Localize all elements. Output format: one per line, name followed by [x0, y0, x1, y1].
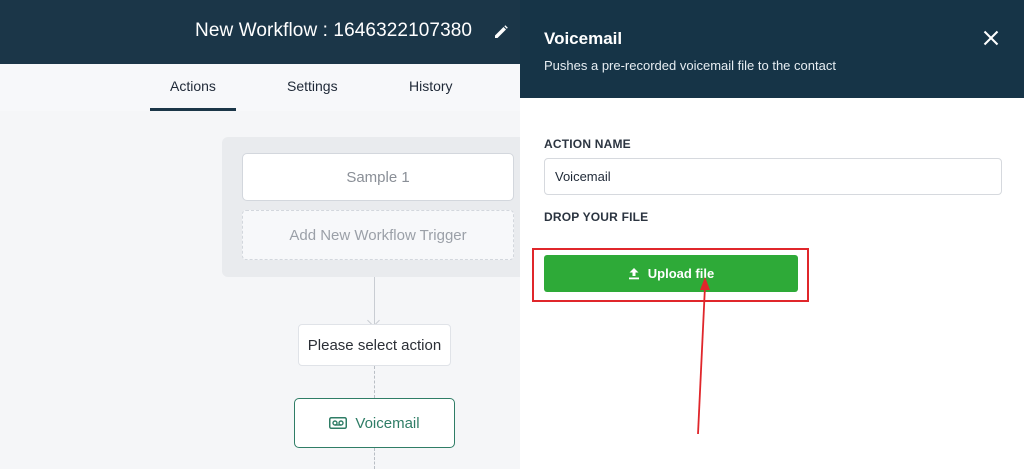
connector-dashed-line	[374, 366, 375, 398]
add-trigger-button[interactable]: Add New Workflow Trigger	[242, 210, 514, 260]
upload-file-button[interactable]: Upload file	[544, 255, 798, 292]
action-name-label: ACTION NAME	[544, 137, 631, 151]
select-action-node[interactable]: Please select action	[298, 324, 451, 366]
tab-history[interactable]: History	[409, 78, 453, 94]
voicemail-node-label: Voicemail	[355, 414, 420, 432]
trigger-node[interactable]: Sample 1	[242, 153, 514, 201]
action-side-panel: Voicemail Pushes a pre-recorded voicemai…	[520, 0, 1024, 469]
connector-dashed-line-bottom	[374, 448, 375, 469]
pencil-icon[interactable]	[493, 24, 509, 40]
voicemail-icon	[329, 417, 348, 429]
tab-actions[interactable]: Actions	[150, 78, 236, 111]
panel-subtitle: Pushes a pre-recorded voicemail file to …	[544, 58, 836, 73]
workflow-title: New Workflow : 1646322107380	[195, 20, 473, 41]
upload-icon	[628, 268, 639, 280]
upload-file-label: Upload file	[647, 266, 715, 281]
voicemail-action-node[interactable]: Voicemail	[294, 398, 455, 448]
panel-title: Voicemail	[544, 29, 623, 48]
close-icon[interactable]	[983, 30, 999, 46]
panel-header: Voicemail Pushes a pre-recorded voicemai…	[520, 0, 1024, 98]
tab-settings[interactable]: Settings	[287, 78, 338, 94]
workflow-tabs: Actions Settings History	[0, 64, 520, 112]
drop-file-label: DROP YOUR FILE	[544, 210, 649, 224]
action-name-input[interactable]	[544, 158, 1002, 195]
